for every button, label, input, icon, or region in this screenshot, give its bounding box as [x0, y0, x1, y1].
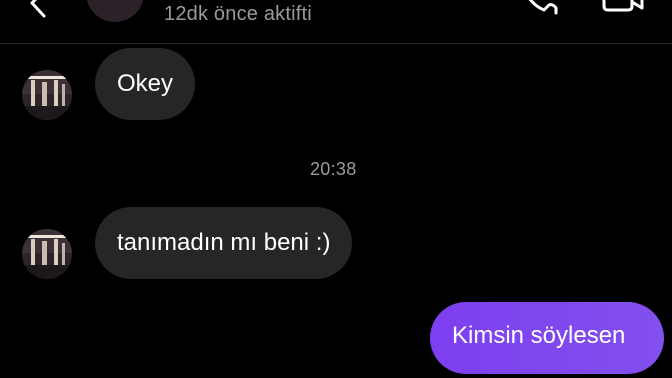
message-text: Kimsin söylesen [452, 322, 626, 349]
chevron-left-icon[interactable] [22, 0, 52, 18]
message-bubble-incoming[interactable]: tanımadın mı beni :) [95, 207, 353, 279]
header-avatar[interactable] [86, 0, 144, 22]
message-text: Okey [117, 70, 174, 97]
message-bubble-incoming[interactable]: Okey [95, 48, 196, 120]
phone-icon[interactable] [518, 0, 560, 16]
chat-header: 12dk önce aktifti [0, 0, 672, 44]
last-active-status: 12dk önce aktifti [164, 3, 312, 25]
sender-avatar[interactable] [22, 70, 72, 120]
message-text: tanımadın mı beni :) [117, 229, 331, 256]
video-camera-icon[interactable] [600, 0, 646, 14]
message-timestamp: 20:38 [310, 159, 357, 179]
message-bubble-outgoing[interactable]: Kimsin söylesen [430, 302, 664, 374]
sender-avatar[interactable] [22, 229, 72, 279]
